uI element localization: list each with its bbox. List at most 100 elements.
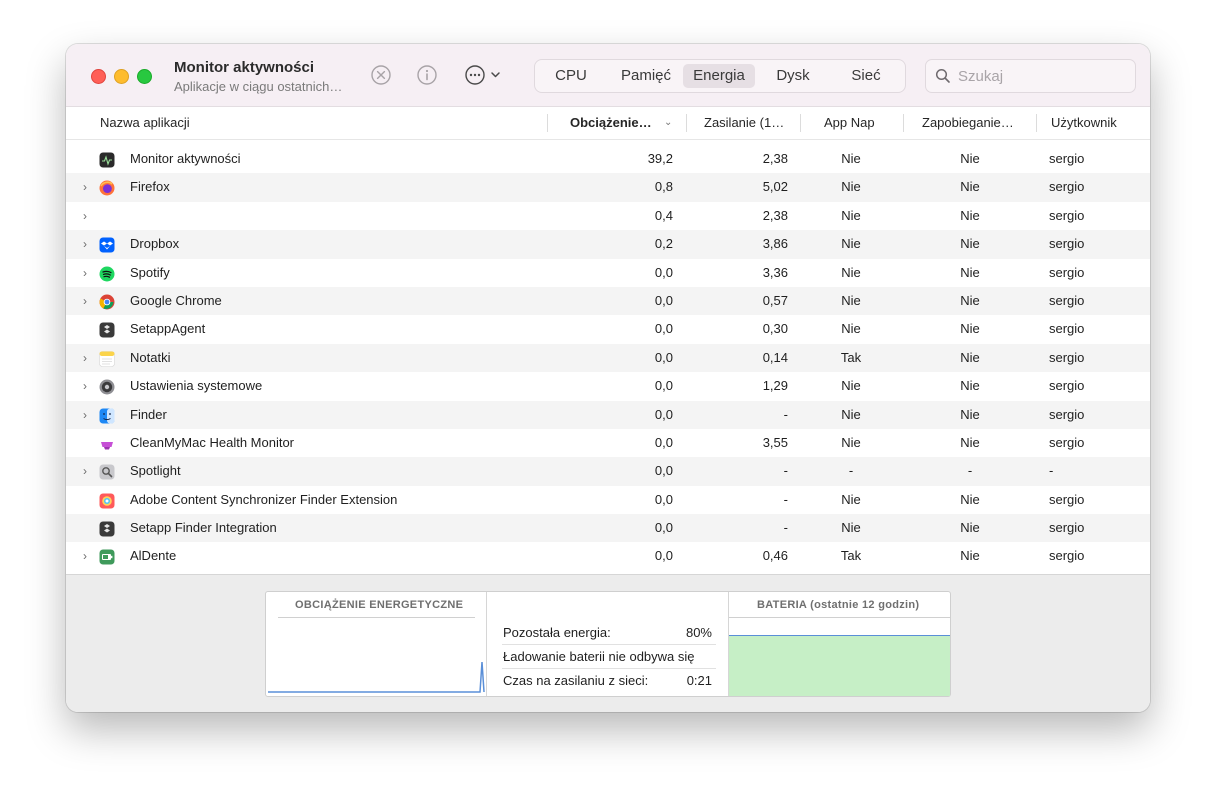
- tab-memory[interactable]: Pamięć: [611, 64, 681, 88]
- energy-impact-value: 39,2: [647, 151, 673, 166]
- table-row[interactable]: › 0,4 2,38 Nie Nie sergio: [66, 202, 1150, 230]
- energy-impact-value: 0,0: [654, 406, 673, 422]
- chevron-right-icon[interactable]: ›: [83, 287, 87, 315]
- finder-icon: [99, 408, 115, 424]
- chevron-right-icon[interactable]: ›: [83, 202, 87, 230]
- search-input[interactable]: [956, 65, 1130, 87]
- app-nap-value: Nie: [841, 434, 861, 450]
- chrome-icon: [99, 294, 115, 310]
- energy-summary-area: OBCIĄŻENIE ENERGETYCZNE Pozostała energi…: [66, 574, 1150, 712]
- table-row[interactable]: › Spotify 0,0 3,36 Nie Nie sergio: [66, 259, 1150, 287]
- toolbar: Monitor aktywności Aplikacje w ciągu ost…: [66, 44, 1150, 107]
- preventing-sleep-value: Nie: [960, 179, 980, 195]
- app-nap-value: Nie: [841, 378, 861, 394]
- table-row[interactable]: Monitor aktywności 39,2 2,38 Nie Nie sergio: [66, 145, 1150, 173]
- app-name: CleanMyMac Health Monitor: [130, 434, 295, 450]
- 12h-power-value: 0,57: [762, 292, 788, 308]
- table-row[interactable]: › Ustawienia systemowe 0,0 1,29 Nie Nie sergio: [66, 372, 1150, 400]
- table-row[interactable]: SetappAgent 0,0 0,30 Nie Nie sergio: [66, 315, 1150, 343]
- preventing-sleep-value: Nie: [960, 264, 980, 280]
- battery-history-graph: [729, 620, 950, 696]
- user-value: sergio: [1049, 434, 1085, 450]
- app-nap-value: Nie: [841, 264, 861, 280]
- column-name[interactable]: Nazwa aplikacji: [100, 107, 190, 139]
- app-name: Finder: [130, 406, 167, 422]
- activity-monitor-window: Monitor aktywności Aplikacje w ciągu ost…: [66, 44, 1150, 712]
- column-preventing-sleep[interactable]: Zapobieganie…: [922, 107, 1014, 139]
- window-subtitle[interactable]: Aplikacje w ciągu ostatnich…: [174, 79, 342, 94]
- preventing-sleep-value: Nie: [960, 321, 980, 337]
- column-user[interactable]: Użytkownik: [1051, 107, 1117, 139]
- tab-energy[interactable]: Energia: [683, 64, 755, 88]
- tab-network[interactable]: Sieć: [835, 64, 897, 88]
- zoom-window-button[interactable]: [137, 69, 152, 84]
- user-value: sergio: [1049, 349, 1085, 365]
- table-row[interactable]: › Spotlight 0,0 - - - -: [66, 457, 1150, 486]
- app-nap-value: Nie: [841, 520, 861, 536]
- app-name: Google Chrome: [130, 292, 222, 308]
- energy-impact-value: 0,0: [654, 548, 673, 564]
- chevron-right-icon[interactable]: ›: [83, 457, 87, 485]
- column-app-nap[interactable]: App Nap: [824, 107, 875, 139]
- time-on-ac-value: 0:21: [686, 673, 712, 688]
- search-field[interactable]: [925, 59, 1136, 93]
- chevron-right-icon[interactable]: ›: [83, 401, 87, 429]
- setapp-icon: [99, 322, 115, 338]
- firefox-icon: [99, 180, 115, 196]
- chevron-right-icon[interactable]: ›: [83, 542, 87, 570]
- tab-disk[interactable]: Dysk: [759, 64, 827, 88]
- 12h-power-value: -: [783, 520, 788, 536]
- column-12h-power[interactable]: Zasilanie (1…: [704, 107, 784, 139]
- energy-impact-value: 0,0: [654, 434, 673, 450]
- table-row[interactable]: › Finder 0,0 - Nie Nie sergio: [66, 400, 1150, 429]
- app-name: Firefox: [130, 179, 170, 195]
- energy-impact-value: 0,2: [654, 236, 673, 252]
- table-row[interactable]: Adobe Content Synchronizer Finder Extens…: [66, 486, 1150, 514]
- close-window-button[interactable]: [91, 69, 106, 84]
- user-value: sergio: [1049, 151, 1085, 166]
- user-value: sergio: [1049, 292, 1085, 308]
- chevron-right-icon[interactable]: ›: [83, 173, 87, 201]
- 12h-power-value: -: [783, 463, 788, 479]
- table-row[interactable]: › Notatki 0,0 0,14 Tak Nie sergio: [66, 343, 1150, 373]
- energy-impact-value: 0,8: [654, 179, 673, 195]
- time-on-ac-label: Czas na zasilaniu z sieci:: [503, 673, 649, 688]
- table-row[interactable]: Setapp Finder Integration 0,0 - Nie Nie sergi…: [66, 514, 1150, 543]
- 12h-power-value: 2,38: [762, 151, 788, 166]
- app-nap-value: Nie: [841, 207, 861, 223]
- table-row[interactable]: › Dropbox 0,2 3,86 Nie Nie sergio: [66, 230, 1150, 259]
- info-circle-icon[interactable]: [416, 64, 438, 86]
- tab-cpu[interactable]: CPU: [543, 64, 599, 88]
- x-circle-icon[interactable]: [370, 64, 392, 86]
- user-value: sergio: [1049, 264, 1085, 280]
- app-name: AlDente: [130, 548, 177, 564]
- chevron-right-icon[interactable]: ›: [83, 259, 87, 287]
- table-row[interactable]: › Firefox 0,8 5,02 Nie Nie sergio: [66, 173, 1150, 202]
- table-row[interactable]: › Google Chrome 0,0 0,57 Nie Nie sergio: [66, 286, 1150, 316]
- energy-impact-value: 0,0: [654, 463, 673, 479]
- table-header: Nazwa aplikacji Obciążenie… ⌄ Zasilanie …: [66, 107, 1150, 140]
- energy-impact-value: 0,4: [654, 207, 673, 223]
- process-table: Monitor aktywności 39,2 2,38 Nie Nie sergio › F…: [66, 145, 1150, 571]
- preventing-sleep-value: Nie: [960, 378, 980, 394]
- energy-impact-value: 0,0: [654, 349, 673, 365]
- energy-impact-value: 0,0: [654, 264, 673, 280]
- chevron-right-icon[interactable]: ›: [83, 344, 87, 372]
- table-row[interactable]: CleanMyMac Health Monitor 0,0 3,55 Nie Nie se…: [66, 429, 1150, 457]
- column-energy-impact[interactable]: Obciążenie…: [570, 107, 652, 139]
- chevron-right-icon[interactable]: ›: [83, 372, 87, 400]
- user-value: -: [1049, 463, 1054, 479]
- adobe-creative-cloud-icon: [99, 493, 115, 509]
- aldente-icon: [99, 549, 115, 565]
- user-value: sergio: [1049, 321, 1085, 337]
- chevron-right-icon[interactable]: ›: [83, 230, 87, 258]
- table-row[interactable]: › AlDente 0,0 0,46 Tak Nie sergio: [66, 542, 1150, 570]
- 12h-power-value: 1,29: [762, 378, 788, 394]
- energy-impact-value: 0,0: [654, 321, 673, 337]
- user-value: sergio: [1049, 491, 1085, 507]
- minimize-window-button[interactable]: [114, 69, 129, 84]
- preventing-sleep-value: Nie: [960, 548, 980, 564]
- user-value: sergio: [1049, 207, 1085, 223]
- battery-level-fill: [729, 635, 950, 696]
- more-actions-button[interactable]: [464, 64, 506, 86]
